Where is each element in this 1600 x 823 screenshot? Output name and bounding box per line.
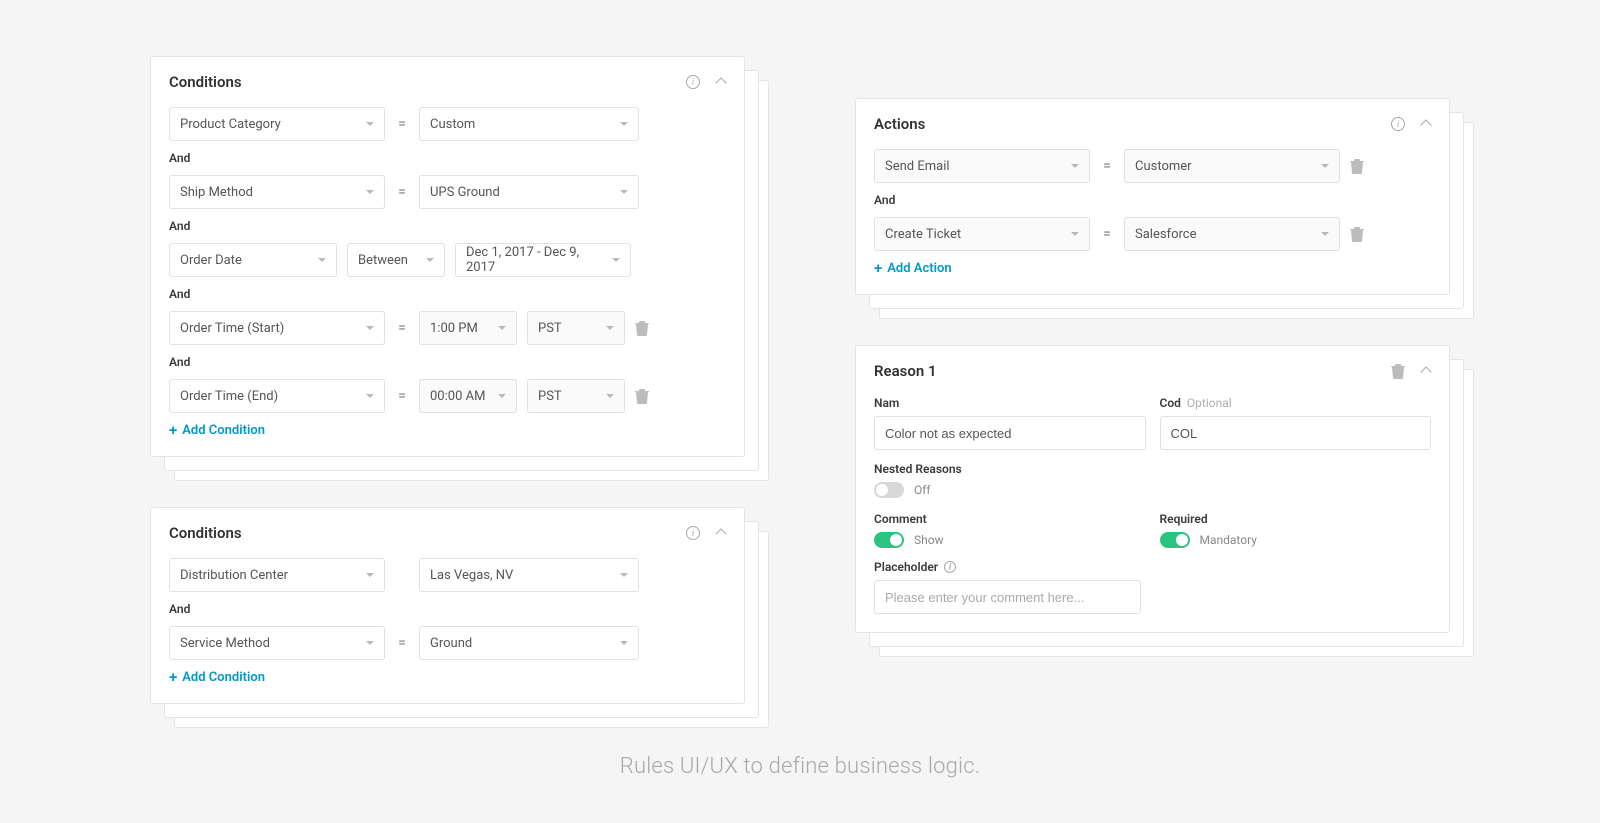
equals-operator: =	[1100, 158, 1114, 174]
equals-operator: =	[1100, 226, 1114, 242]
chevron-down-icon	[1071, 232, 1079, 236]
chevron-down-icon	[318, 258, 326, 262]
field-select-order-time-end[interactable]: Order Time (End)	[169, 379, 385, 413]
collapse-icon[interactable]	[1421, 119, 1431, 129]
trash-icon[interactable]	[1391, 363, 1405, 379]
add-action-button[interactable]: + Add Action	[874, 261, 1431, 276]
equals-operator: =	[395, 320, 409, 336]
code-input[interactable]	[1160, 416, 1432, 450]
field-select-order-time-start[interactable]: Order Time (Start)	[169, 311, 385, 345]
comment-toggle[interactable]	[874, 532, 904, 548]
collapse-icon[interactable]	[716, 528, 726, 538]
chevron-down-icon	[426, 258, 434, 262]
chevron-down-icon	[366, 394, 374, 398]
chevron-down-icon	[620, 641, 628, 645]
chevron-down-icon	[620, 122, 628, 126]
conditions-card-1: Conditions Product Category = Custom	[150, 56, 745, 457]
value-select-ups-ground[interactable]: UPS Ground	[419, 175, 639, 209]
tagline: Rules UI/UX to define business logic.	[0, 754, 1600, 779]
value-select-date-range[interactable]: Dec 1, 2017 - Dec 9, 2017	[455, 243, 631, 277]
chevron-down-icon	[612, 258, 620, 262]
field-select-order-date[interactable]: Order Date	[169, 243, 337, 277]
and-label: And	[169, 287, 726, 301]
field-select-distribution-center[interactable]: Distribution Center	[169, 558, 385, 592]
chevron-down-icon	[366, 326, 374, 330]
conditions-title: Conditions	[169, 524, 242, 542]
placeholder-input[interactable]	[874, 580, 1141, 614]
plus-icon: +	[169, 670, 177, 685]
trash-icon[interactable]	[1350, 226, 1364, 242]
conditions-title: Conditions	[169, 73, 242, 91]
trash-icon[interactable]	[635, 320, 649, 336]
info-icon[interactable]	[686, 526, 700, 540]
and-label: And	[874, 193, 1431, 207]
add-condition-button[interactable]: + Add Condition	[169, 670, 726, 685]
name-input[interactable]	[874, 416, 1146, 450]
info-icon[interactable]	[1391, 117, 1405, 131]
add-condition-button[interactable]: + Add Condition	[169, 423, 726, 438]
chevron-down-icon	[1071, 164, 1079, 168]
trash-icon[interactable]	[1350, 158, 1364, 174]
field-select-product-category[interactable]: Product Category	[169, 107, 385, 141]
plus-icon: +	[874, 261, 882, 276]
comment-label: Comment	[874, 512, 1146, 526]
chevron-down-icon	[620, 190, 628, 194]
conditions-card-2: Conditions Distribution Center Las Vegas…	[150, 507, 745, 704]
chevron-down-icon	[498, 394, 506, 398]
reason-card: Reason 1 Nam Cod	[855, 345, 1450, 633]
actions-title: Actions	[874, 115, 925, 133]
chevron-down-icon	[366, 190, 374, 194]
required-toggle[interactable]	[1160, 532, 1190, 548]
timezone-select-end[interactable]: PST	[527, 379, 625, 413]
operator-select-between[interactable]: Between	[347, 243, 445, 277]
comment-state: Show	[914, 533, 944, 547]
info-icon[interactable]	[686, 75, 700, 89]
timezone-select-start[interactable]: PST	[527, 311, 625, 345]
plus-icon: +	[169, 423, 177, 438]
collapse-icon[interactable]	[1421, 366, 1431, 376]
chevron-down-icon	[366, 122, 374, 126]
nested-reasons-label: Nested Reasons	[874, 462, 1431, 476]
chevron-down-icon	[1321, 164, 1329, 168]
chevron-down-icon	[366, 641, 374, 645]
placeholder-label: Placeholder	[874, 560, 938, 574]
and-label: And	[169, 219, 726, 233]
target-select-salesforce[interactable]: Salesforce	[1124, 217, 1340, 251]
equals-operator: =	[395, 116, 409, 132]
action-select-create-ticket[interactable]: Create Ticket	[874, 217, 1090, 251]
name-label: Nam	[874, 396, 1146, 410]
value-select-las-vegas[interactable]: Las Vegas, NV	[419, 558, 639, 592]
info-icon[interactable]	[944, 561, 956, 573]
chevron-down-icon	[498, 326, 506, 330]
target-select-customer[interactable]: Customer	[1124, 149, 1340, 183]
time-select-start[interactable]: 1:00 PM	[419, 311, 517, 345]
chevron-down-icon	[366, 573, 374, 577]
equals-operator: =	[395, 388, 409, 404]
actions-card: Actions Send Email = Customer	[855, 98, 1450, 295]
nested-reasons-toggle[interactable]	[874, 482, 904, 498]
trash-icon[interactable]	[635, 388, 649, 404]
chevron-down-icon	[1321, 232, 1329, 236]
equals-operator: =	[395, 184, 409, 200]
value-select-ground[interactable]: Ground	[419, 626, 639, 660]
required-state: Mandatory	[1200, 533, 1257, 547]
collapse-icon[interactable]	[716, 77, 726, 87]
chevron-down-icon	[606, 394, 614, 398]
and-label: And	[169, 355, 726, 369]
code-label: Cod	[1160, 396, 1181, 410]
field-select-service-method[interactable]: Service Method	[169, 626, 385, 660]
and-label: And	[169, 151, 726, 165]
optional-label: Optional	[1187, 396, 1232, 410]
required-label: Required	[1160, 512, 1432, 526]
chevron-down-icon	[606, 326, 614, 330]
reason-title: Reason 1	[874, 362, 937, 380]
chevron-down-icon	[620, 573, 628, 577]
equals-operator: =	[395, 635, 409, 651]
action-select-send-email[interactable]: Send Email	[874, 149, 1090, 183]
field-select-ship-method[interactable]: Ship Method	[169, 175, 385, 209]
and-label: And	[169, 602, 726, 616]
value-select-custom[interactable]: Custom	[419, 107, 639, 141]
nested-reasons-state: Off	[914, 483, 931, 497]
time-select-end[interactable]: 00:00 AM	[419, 379, 517, 413]
